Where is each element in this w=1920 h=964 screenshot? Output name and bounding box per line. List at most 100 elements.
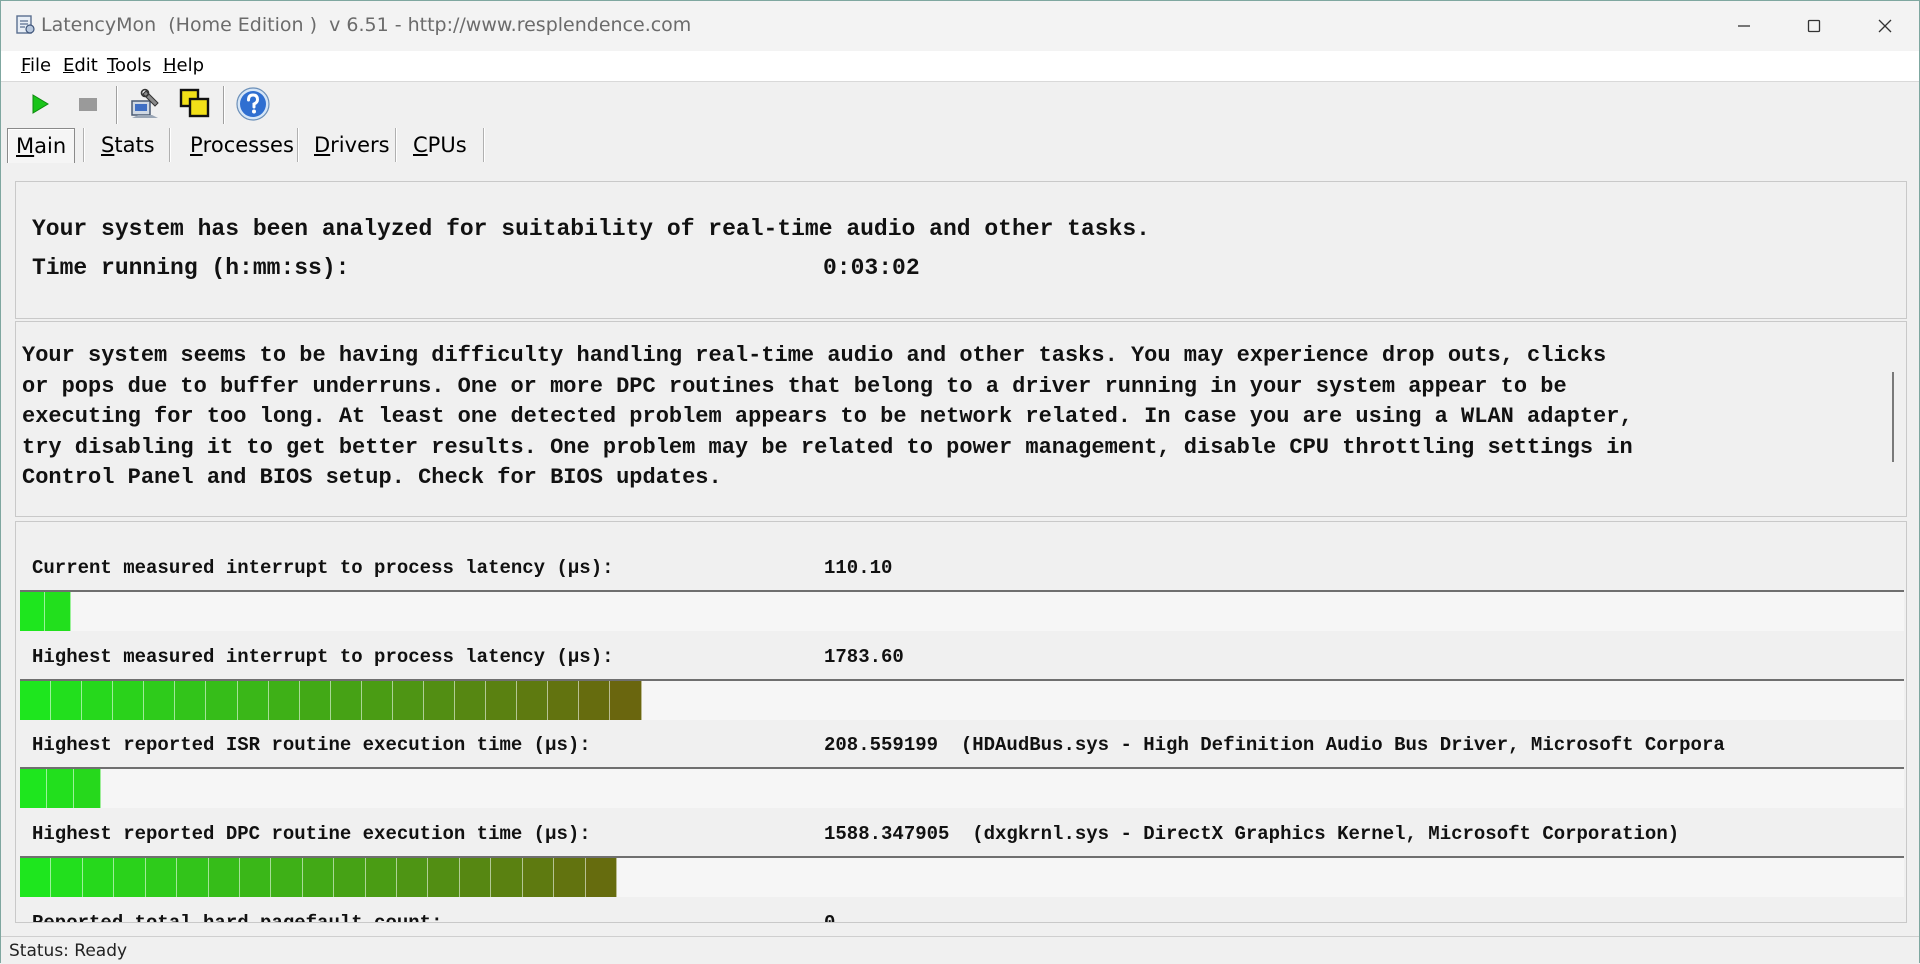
close-button[interactable] <box>1849 1 1920 51</box>
bar-segment <box>428 858 460 897</box>
bar-segment <box>177 858 209 897</box>
status-text: Status: Ready <box>9 941 128 961</box>
tab-separator <box>483 128 485 162</box>
menu-edit[interactable]: Edit <box>63 55 98 76</box>
menu-tools[interactable]: Tools <box>107 55 151 76</box>
bar-segment <box>51 681 83 720</box>
menu-file[interactable]: File <box>21 55 51 76</box>
tab-main[interactable]: Main <box>7 128 76 163</box>
bar-segment <box>82 681 114 720</box>
bar-segment <box>455 681 487 720</box>
bar-segment <box>397 858 429 897</box>
toolbar-separator <box>116 86 118 124</box>
metric-label-isr-time: Highest reported ISR routine execution t… <box>32 734 591 756</box>
tab-separator <box>297 128 299 162</box>
bar-segment <box>144 681 176 720</box>
bar-segment <box>548 681 580 720</box>
bar-segment <box>330 681 362 720</box>
tab-cpus[interactable]: C PUs <box>413 128 467 162</box>
bar-segment <box>517 681 549 720</box>
bar-segment <box>20 592 46 631</box>
bar-segment <box>579 681 611 720</box>
bar-current-latency <box>20 590 1904 631</box>
tab-separator <box>169 128 171 162</box>
maximize-button[interactable] <box>1778 1 1850 51</box>
bar-segment <box>51 858 83 897</box>
minimize-button[interactable] <box>1708 1 1780 51</box>
bar-segment <box>239 858 272 897</box>
stop-monitoring-button[interactable] <box>69 85 107 123</box>
advice-panel[interactable]: Your system seems to be having difficult… <box>15 321 1907 517</box>
bar-segment <box>459 858 492 897</box>
bar-segment <box>302 858 335 897</box>
time-running-label: Time running (h:mm:ss): <box>32 255 350 281</box>
bar-segment <box>82 858 115 897</box>
metric-value-pagefault-count: 0 <box>824 912 836 923</box>
metric-value-highest-latency: 1783.60 <box>824 646 904 668</box>
start-monitoring-button[interactable] <box>21 85 59 123</box>
bar-segment <box>20 769 47 808</box>
driver-tool-icon <box>131 88 159 118</box>
metric-label-current-latency: Current measured interrupt to process la… <box>32 557 614 579</box>
bar-segment <box>610 681 642 720</box>
metric-label-dpc-time: Highest reported DPC routine execution t… <box>32 823 591 845</box>
bar-segment <box>486 681 518 720</box>
summary-panel: Your system has been analyzed for suitab… <box>15 181 1907 319</box>
bar-segment <box>175 681 207 720</box>
menu-help[interactable]: Help <box>163 55 204 76</box>
tab-strip: Main Stats Processes Drivers C PUs <box>1 126 1919 166</box>
bar-segment <box>145 858 178 897</box>
bar-segment <box>334 858 366 897</box>
metric-value-dpc-time: 1588.347905 (dxgkrnl.sys - DirectX Graph… <box>824 823 1680 845</box>
bar-segment <box>365 858 398 897</box>
bar-fill-highest-latency <box>20 681 642 720</box>
bar-segment <box>208 858 240 897</box>
metric-value-isr-time: 208.559199 (HDAudBus.sys - High Definiti… <box>824 734 1725 756</box>
bar-highest-latency <box>20 679 1904 720</box>
bar-isr-time <box>20 767 1904 808</box>
toolbar-separator <box>223 86 225 124</box>
status-bar: Status: Ready <box>1 936 1919 964</box>
metric-value-current-latency: 110.10 <box>824 557 893 579</box>
latencymon-app-icon <box>16 15 35 34</box>
bar-segment <box>74 769 101 808</box>
bar-segment <box>271 858 303 897</box>
bar-segment <box>424 681 456 720</box>
metrics-panel: Current measured interrupt to process la… <box>15 521 1907 923</box>
bar-segment <box>47 769 74 808</box>
bar-segment <box>206 681 238 720</box>
advice-text: Your system seems to be having difficult… <box>22 343 1633 490</box>
bar-segment <box>237 681 269 720</box>
bar-segment <box>585 858 618 897</box>
toolbar <box>1 82 1919 128</box>
bar-segment <box>45 592 71 631</box>
bar-segment <box>113 681 145 720</box>
bar-segment <box>114 858 146 897</box>
latencymon-window: LatencyMon (Home Edition ) v 6.51 - http… <box>0 0 1920 964</box>
help-button[interactable] <box>234 85 272 123</box>
help-icon <box>236 87 270 121</box>
bar-segment <box>361 681 393 720</box>
bar-segment <box>299 681 331 720</box>
bar-segment <box>491 858 523 897</box>
stop-icon <box>79 98 97 111</box>
close-icon <box>1878 19 1892 33</box>
advice-scrollbar[interactable] <box>1892 372 1894 462</box>
menu-bar: File Edit Tools Help <box>1 51 1919 82</box>
analysis-headline: Your system has been analyzed for suitab… <box>32 216 1150 242</box>
driver-tool-button[interactable] <box>126 85 164 123</box>
bar-segment <box>554 858 586 897</box>
bar-fill-dpc-time <box>20 858 618 897</box>
bar-segment <box>392 681 425 720</box>
tab-stats[interactable]: Stats <box>101 128 155 162</box>
title-bar[interactable]: LatencyMon (Home Edition ) v 6.51 - http… <box>1 1 1919 51</box>
minimize-icon <box>1738 25 1750 27</box>
bar-fill-isr-time <box>20 769 101 808</box>
tab-processes[interactable]: Processes <box>190 128 294 162</box>
tab-drivers[interactable]: Drivers <box>314 128 390 162</box>
tab-separator <box>83 128 85 162</box>
metric-label-highest-latency: Highest measured interrupt to process la… <box>32 646 614 668</box>
play-icon <box>32 94 49 114</box>
bar-segment <box>268 681 300 720</box>
windows-cascade-button[interactable] <box>176 85 214 123</box>
